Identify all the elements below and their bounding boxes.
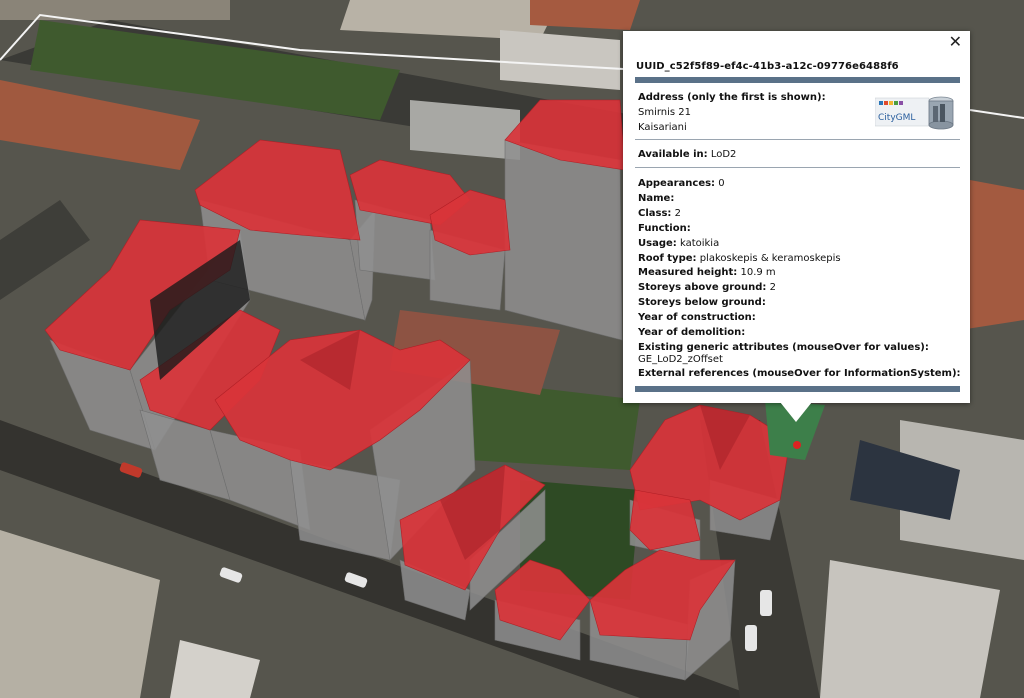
- year-demolition-row: Year of demolition:: [638, 327, 746, 338]
- year-construction-row: Year of construction:: [638, 312, 756, 323]
- storeys-above-row: Storeys above ground: 2: [638, 282, 776, 293]
- address-label: Address (only the first is shown):: [638, 92, 826, 103]
- rooftop: [0, 0, 230, 20]
- storeys-below-row: Storeys below ground:: [638, 297, 766, 308]
- footer-bar: [635, 386, 960, 392]
- separator: [635, 167, 960, 168]
- popup-pointer: [780, 402, 812, 422]
- available-in-value: LoD2: [710, 149, 737, 160]
- available-in-row: Available in: LoD2: [638, 149, 737, 160]
- external-references-label[interactable]: External references (mouseOver for Infor…: [638, 367, 961, 380]
- address-line-2: Kaisariani: [638, 122, 687, 133]
- header-bar: [635, 77, 960, 83]
- rooftop: [410, 100, 520, 160]
- function-row: Function:: [638, 223, 691, 234]
- building-info-popup[interactable]: ✕ UUID_c52f5f89-ef4c-41b3-a12c-09776e648…: [623, 31, 970, 403]
- separator: [635, 139, 960, 140]
- address-line-1: Smirnis 21: [638, 107, 692, 118]
- citygml-logo: CityGML: [875, 96, 954, 130]
- citygml-logo-text: CityGML: [878, 113, 915, 123]
- rooftop: [530, 0, 640, 30]
- appearances-row: Appearances: 0: [638, 178, 725, 189]
- building-uuid: UUID_c52f5f89-ef4c-41b3-a12c-09776e6488f…: [636, 61, 899, 72]
- close-icon[interactable]: ✕: [949, 33, 962, 51]
- usage-row: Usage: katoikia: [638, 238, 720, 249]
- name-row: Name:: [638, 193, 675, 204]
- roof-type-row: Roof type: plakoskepis & keramoskepis: [638, 253, 841, 264]
- rooftop: [500, 30, 620, 90]
- measured-height-row: Measured height: 10.9 m: [638, 267, 776, 278]
- generic-attribute-value[interactable]: GE_LoD2_zOffset: [638, 353, 723, 366]
- location-marker-icon[interactable]: [793, 441, 801, 449]
- class-row: Class: 2: [638, 208, 681, 219]
